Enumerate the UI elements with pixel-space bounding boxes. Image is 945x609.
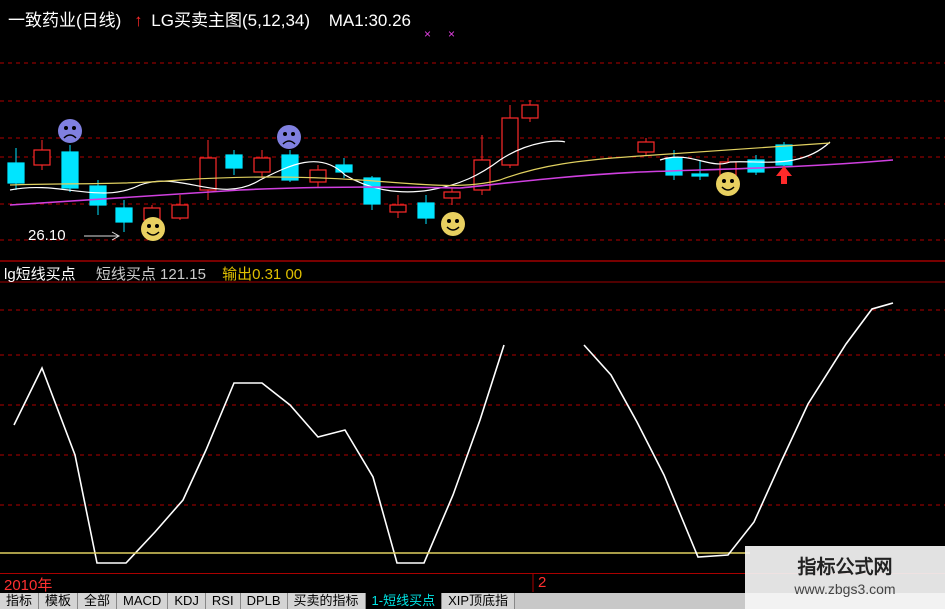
buy-arrow-icon bbox=[776, 166, 792, 184]
candle-body bbox=[335, 164, 353, 173]
candle-body bbox=[253, 157, 271, 173]
subchart-title: lg短线买点 短线买点 121.15 输出0.31 00 bbox=[4, 263, 302, 284]
candle-body bbox=[199, 157, 217, 191]
candle-body bbox=[7, 162, 25, 184]
tab-7[interactable]: 买卖的指标 bbox=[287, 593, 366, 609]
low-price-label: 26.10 bbox=[28, 227, 66, 244]
sub-grid bbox=[0, 309, 945, 506]
tab-5[interactable]: RSI bbox=[205, 593, 241, 609]
tab-3[interactable]: MACD bbox=[117, 593, 169, 609]
main-grid bbox=[0, 62, 945, 241]
subchart-value1: 短线买点 121.15 bbox=[95, 266, 206, 283]
candle-body bbox=[281, 154, 299, 181]
candle-body bbox=[33, 149, 51, 166]
tab-1[interactable]: 模板 bbox=[39, 593, 79, 609]
watermark-url: www.zbgs3.com bbox=[794, 581, 896, 597]
kline-chart: × × bbox=[0, 27, 945, 564]
watermark-title: 指标公式网 bbox=[797, 557, 893, 578]
candle-body bbox=[115, 207, 133, 223]
ma-yellow-line bbox=[9, 142, 831, 187]
happy-face-icon bbox=[141, 217, 165, 241]
candle-body bbox=[61, 151, 79, 189]
tab-2[interactable]: 全部 bbox=[78, 593, 118, 609]
candle-body bbox=[417, 202, 435, 219]
tab-8[interactable]: 1-短线买点 bbox=[365, 593, 443, 609]
tab-6[interactable]: DPLB bbox=[240, 593, 288, 609]
candle-body bbox=[443, 191, 461, 199]
up-arrow-icon: ↑ bbox=[134, 11, 143, 30]
marker-x: × bbox=[448, 27, 455, 41]
oscillator-line bbox=[13, 344, 505, 564]
candle-body bbox=[637, 141, 655, 153]
happy-face-icon bbox=[441, 212, 465, 236]
ma-white-line bbox=[9, 140, 831, 194]
happy-face-icon bbox=[716, 172, 740, 196]
oscillator-line bbox=[583, 302, 894, 558]
sad-face-icon bbox=[277, 125, 301, 149]
x-axis-year: 2010年 bbox=[4, 577, 53, 594]
candle-body bbox=[225, 154, 243, 169]
sad-face-icon bbox=[58, 119, 82, 143]
x-axis-mid: 2 bbox=[538, 574, 547, 591]
candles bbox=[7, 100, 793, 232]
tab-4[interactable]: KDJ bbox=[168, 593, 206, 609]
stock-title: 一致药业(日线) bbox=[8, 11, 122, 30]
watermark: 指标公式网 www.zbgs3.com bbox=[745, 546, 945, 609]
subchart-value2: 输出0.31 00 bbox=[222, 266, 303, 283]
tab-0[interactable]: 指标 bbox=[0, 593, 40, 609]
candle-body bbox=[665, 157, 683, 176]
candle-body bbox=[363, 177, 381, 205]
tab-9[interactable]: XIP顶底指 bbox=[442, 593, 516, 609]
ma-label: MA1:30.26 bbox=[328, 11, 411, 30]
chart-title: 一致药业(日线) ↑ LG买卖主图(5,12,34) MA1:30.26 bbox=[8, 6, 411, 31]
indicator-label: LG买卖主图(5,12,34) bbox=[151, 11, 311, 30]
candle-body bbox=[309, 169, 327, 183]
candle-body bbox=[89, 185, 107, 206]
candle-body bbox=[389, 204, 407, 213]
marker-x: × bbox=[424, 27, 431, 41]
candle-body bbox=[521, 104, 539, 119]
candle-body bbox=[171, 204, 189, 219]
candle-body bbox=[691, 173, 709, 177]
candle-body bbox=[501, 117, 519, 166]
subchart-name: lg短线买点 bbox=[4, 266, 76, 283]
